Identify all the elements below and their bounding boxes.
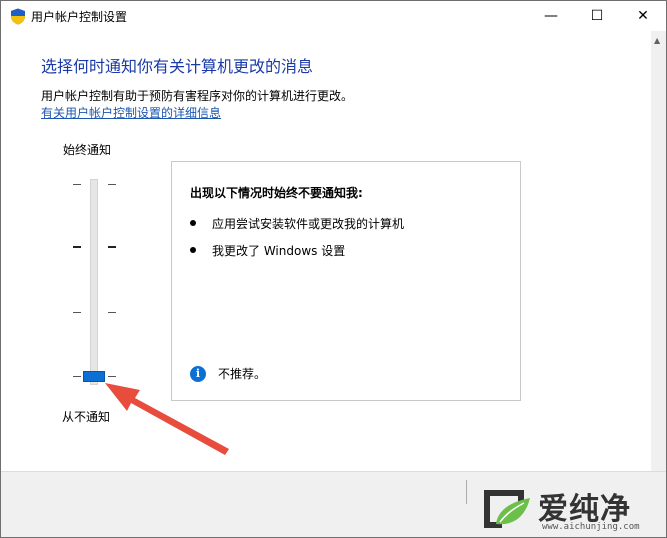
bullet-icon xyxy=(190,247,196,253)
maximize-button[interactable]: ☐ xyxy=(574,1,620,31)
watermark-leaf-icon xyxy=(484,490,530,528)
title-bar: 用户帐户控制设置 — ☐ ✕ xyxy=(1,1,666,31)
slider-tick xyxy=(73,184,81,185)
scroll-up-icon[interactable]: ▲ xyxy=(654,36,660,45)
red-arrow-annotation xyxy=(105,383,229,455)
uac-settings-window: 用户帐户控制设置 — ☐ ✕ ▲ 选择何时通知你有关计算机更改的消息 用户帐户控… xyxy=(0,0,667,538)
slider-tick xyxy=(73,312,81,313)
slider-top-label: 始终通知 xyxy=(63,143,112,157)
shield-icon xyxy=(11,8,25,25)
minimize-button[interactable]: — xyxy=(528,1,574,31)
notification-slider-track[interactable] xyxy=(90,179,98,385)
help-link[interactable]: 有关用户帐户控制设置的详细信息 xyxy=(41,104,221,121)
slider-tick xyxy=(108,184,116,185)
vertical-scrollbar[interactable]: ▲ xyxy=(651,31,666,471)
setting-description-panel: 出现以下情况时始终不要通知我: 应用尝试安装软件或更改我的计算机 我更改了 Wi… xyxy=(171,161,521,401)
list-item-text: 我更改了 Windows 设置 xyxy=(212,244,346,258)
list-item-text: 应用尝试安装软件或更改我的计算机 xyxy=(212,217,405,231)
list-item: 应用尝试安装软件或更改我的计算机 xyxy=(190,215,404,232)
panel-title: 出现以下情况时始终不要通知我: xyxy=(190,186,363,200)
slider-tick xyxy=(73,376,81,377)
slider-tick xyxy=(108,312,116,313)
slider-tick xyxy=(73,246,81,248)
watermark-url: www.aichunjing.com xyxy=(542,522,640,532)
list-item: 我更改了 Windows 设置 xyxy=(190,242,345,259)
ok-button-edge[interactable] xyxy=(466,480,474,504)
bullet-icon xyxy=(190,220,196,226)
slider-tick xyxy=(108,246,116,248)
watermark-logo: 爱纯净 www.aichunjing.com xyxy=(476,484,656,534)
window-title: 用户帐户控制设置 xyxy=(31,10,128,24)
close-button[interactable]: ✕ xyxy=(620,1,666,31)
page-heading: 选择何时通知你有关计算机更改的消息 xyxy=(41,57,314,76)
page-description: 用户帐户控制有助于预防有害程序对你的计算机进行更改。 xyxy=(41,89,354,103)
